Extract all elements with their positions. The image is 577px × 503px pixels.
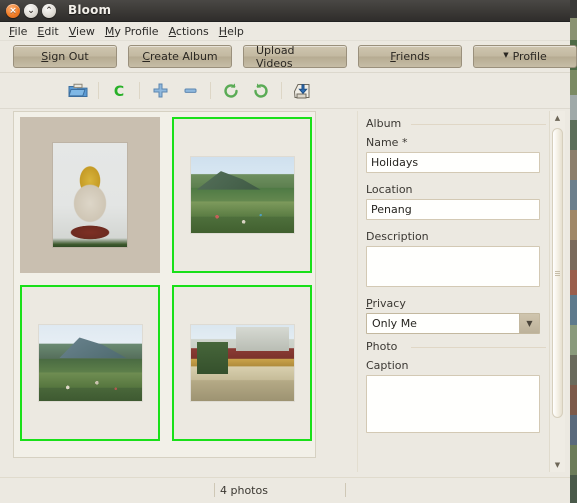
- name-input[interactable]: [366, 152, 540, 173]
- profile-label: Profile: [512, 50, 547, 63]
- menu-label-file: ile: [14, 24, 28, 38]
- photo-section-header: Photo: [366, 340, 550, 353]
- menu-label-help: elp: [227, 24, 244, 38]
- menu-item-actions[interactable]: Actions: [164, 24, 214, 39]
- rotate-right-icon[interactable]: [246, 78, 276, 104]
- menu-mnemonic-my-profile: M: [104, 24, 115, 38]
- menu-label-edit: dit: [44, 24, 59, 38]
- location-input[interactable]: [366, 199, 540, 220]
- privacy-select[interactable]: Only Me ▼: [366, 313, 540, 334]
- photo-image-temple: [190, 325, 294, 401]
- photo-thumbnail-pagoda[interactable]: [20, 117, 160, 273]
- create-album-label: reate Album: [150, 50, 218, 63]
- open-folder-icon[interactable]: [63, 78, 93, 104]
- menu-label-view: iew: [76, 24, 95, 38]
- photo-thumbnail-hills-b[interactable]: [20, 285, 160, 441]
- status-divider-left: [214, 483, 215, 497]
- menu-item-view[interactable]: View: [64, 24, 100, 39]
- description-field-label: Description: [366, 230, 429, 243]
- sign-out-label: ign Out: [48, 50, 89, 63]
- sign-out-button[interactable]: Sign Out: [13, 45, 117, 68]
- menu-item-help[interactable]: Help: [214, 24, 249, 39]
- main-content: Album Name * Location Description Privac…: [0, 109, 570, 472]
- upload-videos-label: Upload Videos: [256, 43, 295, 70]
- privacy-field-label: Privacy: [366, 297, 550, 310]
- caption-textarea[interactable]: [366, 375, 540, 433]
- minimize-icon[interactable]: ⌄: [24, 4, 38, 18]
- menu-mnemonic-actions: A: [168, 24, 176, 38]
- create-album-mnemonic: C: [142, 50, 151, 63]
- menu-item-edit[interactable]: Edit: [32, 24, 63, 39]
- scroll-down-icon[interactable]: ▼: [550, 458, 565, 472]
- action-button-bar: Sign Out Create Album Upload Videos Frie…: [0, 41, 577, 73]
- rotate-left-icon[interactable]: [216, 78, 246, 104]
- privacy-selected-value: Only Me: [372, 317, 417, 330]
- create-album-button[interactable]: Create Album: [128, 45, 232, 68]
- toolbar-separator: [98, 82, 99, 99]
- photo-thumbnail-hills-a[interactable]: [172, 117, 312, 273]
- menu-item-my-profile[interactable]: My Profile: [100, 24, 164, 39]
- toolbar-separator: [281, 82, 282, 99]
- save-download-icon[interactable]: [287, 78, 317, 104]
- description-textarea[interactable]: [366, 246, 540, 287]
- location-field-label: Location: [366, 183, 413, 196]
- status-divider-right: [345, 483, 346, 497]
- maximize-icon[interactable]: ⌃: [42, 4, 56, 18]
- menu-label-my-profile: y Profile: [114, 24, 159, 38]
- window-title: Bloom: [68, 3, 112, 17]
- name-field-label: Name *: [366, 136, 408, 149]
- caption-field-label: Caption: [366, 359, 409, 372]
- menu-item-file[interactable]: File: [4, 24, 32, 39]
- profile-dropdown-button[interactable]: ▼ Profile: [473, 45, 577, 68]
- privacy-label-rest: rivacy: [372, 297, 406, 310]
- remove-minus-icon[interactable]: [175, 78, 205, 104]
- upload-videos-button[interactable]: Upload Videos: [243, 43, 347, 70]
- scroll-up-icon[interactable]: ▲: [550, 111, 565, 125]
- menu-mnemonic-view: V: [68, 24, 77, 38]
- close-icon[interactable]: ×: [6, 4, 20, 18]
- photo-image-hills-b: [38, 325, 142, 401]
- refresh-c-icon[interactable]: C: [104, 78, 134, 104]
- album-section-header: Album: [366, 117, 550, 130]
- icon-toolbar: C: [0, 73, 570, 109]
- photo-image-pagoda: [53, 143, 127, 247]
- add-plus-icon[interactable]: [145, 78, 175, 104]
- menu-bar: File Edit View My Profile Actions Help: [0, 22, 570, 41]
- title-bar: × ⌄ ⌃ Bloom: [0, 0, 570, 22]
- status-photo-count: 4 photos: [220, 484, 268, 497]
- photo-grid-panel[interactable]: [13, 111, 316, 458]
- menu-mnemonic-help: H: [218, 24, 228, 38]
- photo-image-hills-a: [190, 157, 294, 233]
- chevron-down-icon[interactable]: ▼: [519, 314, 539, 333]
- photo-thumbnail-temple[interactable]: [172, 285, 312, 441]
- friends-button[interactable]: Friends: [358, 45, 462, 68]
- chevron-down-icon: ▼: [503, 51, 509, 59]
- friends-label: riends: [395, 50, 430, 63]
- menu-label-actions: ctions: [175, 24, 209, 38]
- photo-grid: [14, 112, 315, 443]
- scrollbar-thumb[interactable]: [552, 128, 563, 418]
- album-form-panel: Album Name * Location Description Privac…: [357, 111, 550, 472]
- status-bar: 4 photos: [0, 477, 570, 503]
- toolbar-separator: [139, 82, 140, 99]
- form-scrollbar[interactable]: ▲ ▼: [549, 111, 565, 472]
- application-window: × ⌄ ⌃ Bloom File Edit View My Profile Ac…: [0, 0, 577, 503]
- toolbar-separator: [210, 82, 211, 99]
- svg-text:C: C: [114, 84, 124, 100]
